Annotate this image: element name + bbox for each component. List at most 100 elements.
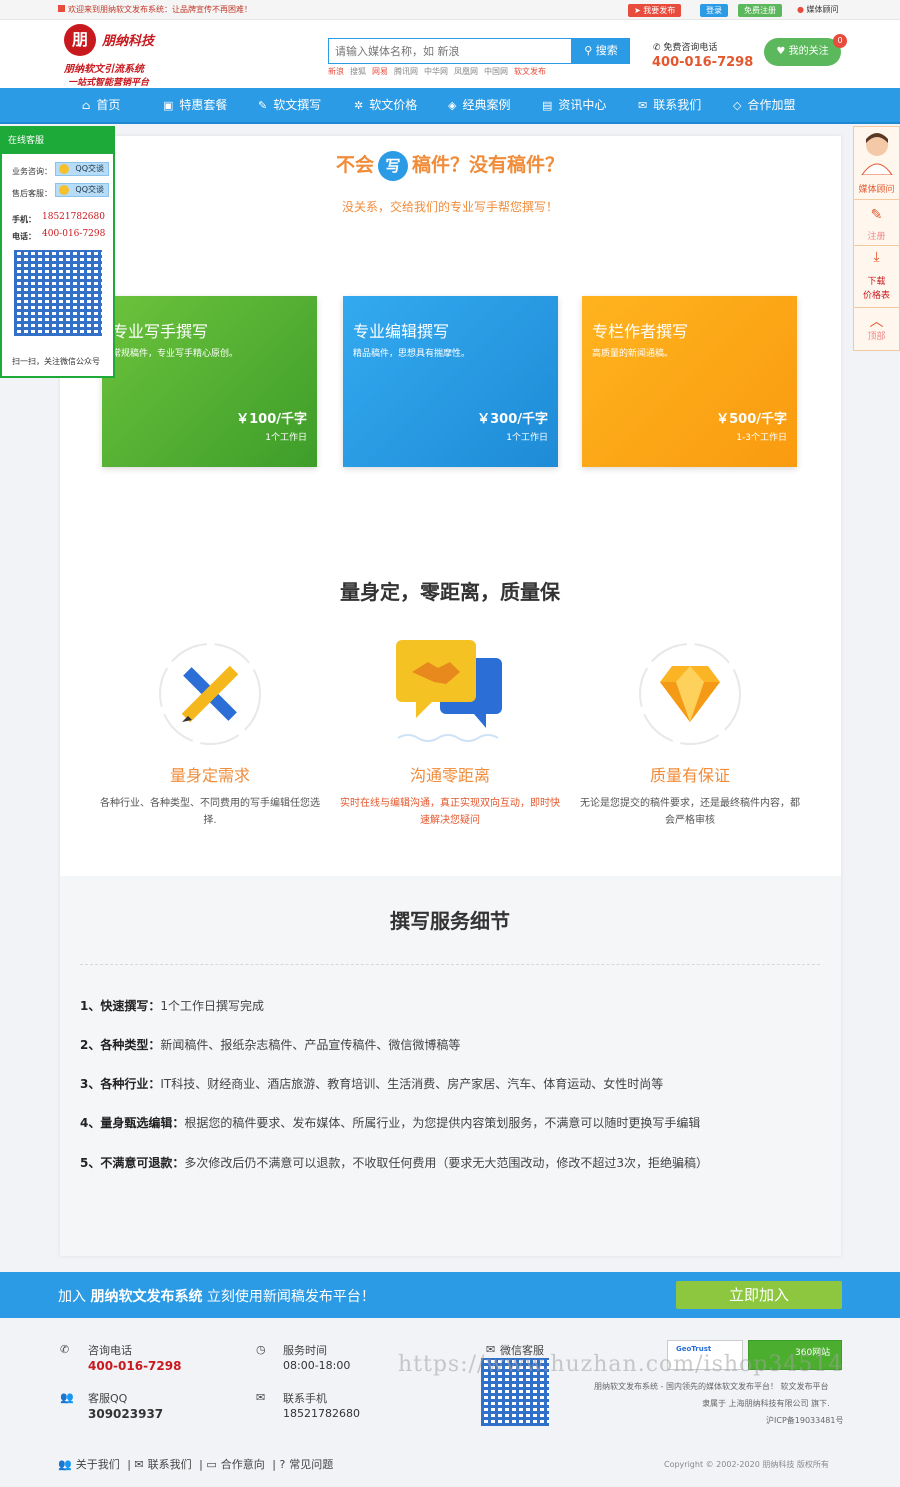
rb-top[interactable]: 顶部 (854, 329, 899, 342)
logo-name[interactable]: 朋纳科技 (102, 30, 154, 49)
footer-tel: 400-016-7298 (88, 1359, 182, 1373)
footer-qq: 309023937 (88, 1407, 164, 1421)
rb-advisor[interactable]: 媒体顾问 (854, 182, 899, 195)
mobile-label: 手机： (12, 215, 36, 224)
join-now-button[interactable]: 立即加入 (676, 1281, 842, 1309)
logo-mark[interactable]: 朋 (64, 24, 96, 56)
footer-link-cooperation[interactable]: 合作意向 (221, 1458, 265, 1471)
phone-icon: ✆ (653, 43, 661, 53)
notice-icon (58, 5, 65, 12)
service-wechat-qr (14, 250, 102, 336)
search-button[interactable]: ⚲ 搜索 (572, 38, 630, 64)
rb-register[interactable]: 注册 (854, 229, 899, 242)
diamond-icon (639, 643, 741, 745)
search-icon: ⚲ (584, 44, 593, 57)
chevron-up-icon: ︿ (869, 314, 884, 330)
package-icon: ▣ (163, 99, 174, 112)
after-qq-button[interactable]: QQ交谈 (55, 183, 109, 197)
service-tel: 400-016-7298 (42, 229, 106, 239)
footer-hours: 08:00-18:00 (283, 1359, 351, 1372)
footer-link-about[interactable]: 关于我们 (76, 1458, 120, 1471)
clock-icon: ◷ (256, 1343, 266, 1356)
hot-keyword[interactable]: 新浪 (328, 67, 344, 76)
write-badge: 写 (378, 151, 408, 181)
qq-icon (59, 185, 69, 195)
hero-subtitle: 没关系，交给我们的专业写手帮您撰写！ (341, 200, 558, 214)
watermark: https://www.huzhan.com/ishop34514 (398, 1352, 844, 1377)
pencil-icon: ✎ (870, 207, 883, 223)
feature-title-custom: 量身定需求 (169, 766, 250, 785)
feature-desc-quality: 无论是您提交的稿件要求，还是最终稿件内容，都会严格审核 (580, 798, 800, 826)
hot-keyword[interactable]: 中华网 (424, 67, 448, 76)
footer-icp[interactable]: 沪ICP备19033481号 (766, 1415, 844, 1426)
users-icon: 👥 (60, 1391, 74, 1404)
nav-writing[interactable]: ✎ 软文撰写 (258, 88, 321, 122)
price-card-columnist[interactable]: 专栏作者撰写 高质量的新闻通稿。 ￥500/千字 1-3个工作日 (582, 296, 797, 467)
consult-phone: 400-016-7298 (652, 55, 754, 70)
divider (854, 245, 899, 246)
hot-keywords: 新浪 搜狐 网易 腾讯网 中华网 凤凰网 中国网 软文发布 (328, 66, 552, 77)
follow-count-badge: 0 (833, 34, 847, 48)
right-float-bar: 媒体顾问 ✎ 注册 ⤓ 下载 价格表 ︿ 顶部 (853, 126, 900, 351)
heart-icon: ♥ (776, 46, 786, 57)
handshake-chat-icon (396, 640, 502, 742)
rb-pricelist[interactable]: 价格表 (854, 288, 899, 301)
ruler-pencil-icon (159, 643, 261, 745)
login-button[interactable]: 登录 (700, 4, 728, 17)
qq-icon (59, 164, 69, 174)
detail-row: 5、不满意可退款：多次修改后仍不满意可以退款，不收取任何费用（要求无大范围改动，… (80, 1156, 708, 1170)
advisor-avatar-icon (861, 133, 893, 175)
price-card-editor[interactable]: 专业编辑撰写 精品稿件，思想具有揣摩性。 ￥300/千字 1个工作日 (343, 296, 558, 467)
price-card-writer[interactable]: 专业写手撰写 常规稿件，专业写手精心原创。 ￥100/千字 1个工作日 (102, 296, 317, 467)
hot-keyword[interactable]: 软文发布 (514, 67, 546, 76)
footer-link-faq[interactable]: 常见问题 (289, 1458, 333, 1471)
features-title: 量身定，零距离，质量保 (340, 580, 560, 604)
advisor-icon: ● (797, 5, 804, 14)
hot-keyword[interactable]: 中国网 (484, 67, 508, 76)
join-text: 加入 朋纳软文发布系统 立刻使用新闻稿发布平台！ (58, 1289, 375, 1305)
hot-keyword[interactable]: 凤凰网 (454, 67, 478, 76)
logo-slogan: 一站式智能营销平台 (68, 78, 150, 88)
after-label: 售后客服： (12, 189, 52, 198)
nav-cases[interactable]: ◈ 经典案例 (448, 88, 510, 122)
service-mobile: 18521782680 (42, 212, 105, 222)
copyright: Copyright © 2002-2020 朋纳科技 版权所有 (664, 1460, 829, 1469)
feature-title-communication: 沟通零距离 (409, 766, 490, 785)
nav-contact[interactable]: ✉ 联系我们 (638, 88, 701, 122)
advisor-link[interactable]: ● 媒体顾问 (797, 4, 839, 15)
hot-keyword[interactable]: 腾讯网 (394, 67, 418, 76)
top-bar: 欢迎来到朋纳软文发布系统：让品牌宣传不再困难！ ➤ 我要发布 登录 免费注册 ●… (0, 0, 900, 20)
nav-packages[interactable]: ▣ 特惠套餐 (163, 88, 227, 122)
biz-label: 业务咨询： (12, 167, 52, 176)
detail-row: 1、快速撰写：1个工作日撰写完成 (80, 999, 264, 1013)
hot-keyword[interactable]: 网易 (372, 67, 388, 76)
biz-qq-button[interactable]: QQ交谈 (55, 162, 109, 176)
my-follow-button[interactable]: ♥ 我的关注 (764, 38, 841, 66)
divider (854, 307, 899, 308)
tags-icon: ◈ (448, 99, 457, 112)
service-title: 在线客服 (2, 128, 113, 154)
register-button[interactable]: 免费注册 (738, 4, 782, 17)
footer-qq-label: 客服QQ (88, 1392, 128, 1405)
search-input[interactable] (328, 38, 572, 64)
question-icon: ? (279, 1458, 286, 1471)
welcome-text: 欢迎来到朋纳软文发布系统：让品牌宣传不再困难！ (58, 4, 252, 15)
nav-home[interactable]: ⌂ 首页 (82, 88, 120, 122)
feature-title-quality: 质量有保证 (649, 766, 730, 785)
hot-keyword[interactable]: 搜狐 (350, 67, 366, 76)
rb-download[interactable]: 下载 (854, 274, 899, 287)
nav-join[interactable]: ◇ 合作加盟 (733, 88, 795, 122)
footer-info: 朋纳软文发布系统 - 国内领先的媒体软文发布平台！ 软文发布平台 (594, 1382, 829, 1391)
footer-link-contact[interactable]: 联系我们 (148, 1458, 192, 1471)
phone-icon: ✆ (60, 1343, 70, 1356)
footer-mobile: 18521782680 (283, 1407, 360, 1420)
detail-row: 3、各种行业：IT科技、财经商业、酒店旅游、教育培训、生活消费、房产家居、汽车、… (80, 1077, 664, 1091)
publish-button[interactable]: ➤ 我要发布 (628, 4, 682, 17)
footer-hours-label: 服务时间 (283, 1344, 327, 1357)
hero-title: 不会写稿件？没有稿件？ (0, 150, 900, 181)
nav-news[interactable]: ▤ 资讯中心 (542, 88, 606, 122)
detail-row: 2、各种类型：新闻稿件、报纸杂志稿件、产品宣传稿件、微信微博稿等 (80, 1038, 461, 1052)
users-icon: 👥 (58, 1458, 72, 1471)
divider (854, 199, 899, 200)
nav-price[interactable]: ✲ 软文价格 (354, 88, 417, 122)
